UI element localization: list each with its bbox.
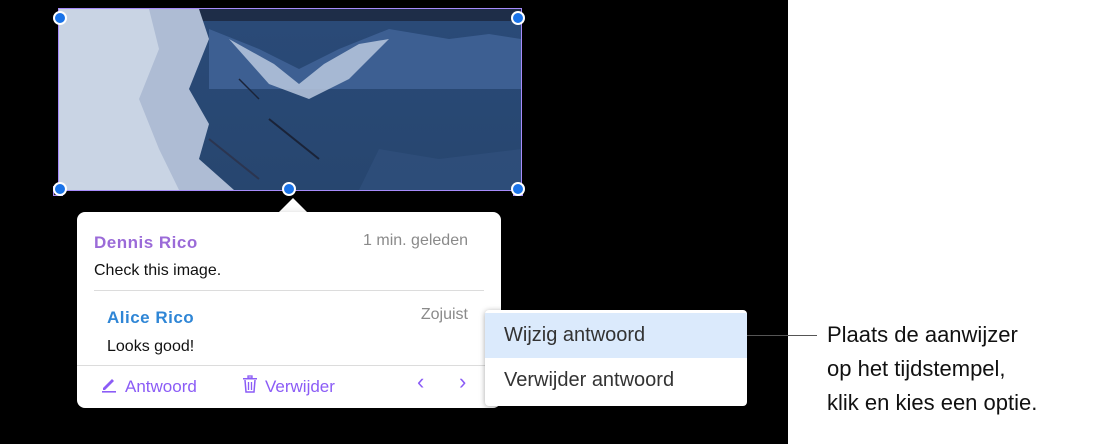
comment-text: Check this image. <box>94 262 222 279</box>
pencil-icon <box>100 375 118 398</box>
resize-handle-top-right[interactable] <box>511 11 525 25</box>
callout-text: Plaats de aanwijzer op het tijdstempel, … <box>827 318 1107 420</box>
comment-timestamp[interactable]: 1 min. geleden <box>363 232 468 250</box>
delete-button-label: Verwijder <box>265 376 335 396</box>
reply-author: Alice Rico <box>107 308 195 327</box>
reply-button-label: Antwoord <box>125 376 197 396</box>
reply-button[interactable]: Antwoord <box>100 375 197 398</box>
menu-item-delete-reply[interactable]: Verwijder antwoord <box>485 358 747 403</box>
resize-handle-top-left[interactable] <box>53 11 67 25</box>
callout-leader-line <box>747 335 817 336</box>
selected-image[interactable] <box>58 8 522 191</box>
callout-line: Plaats de aanwijzer <box>827 322 1018 347</box>
callout-line: klik en kies een optie. <box>827 390 1038 415</box>
resize-handle-bottom-right[interactable] <box>511 182 525 196</box>
callout-line: op het tijdstempel, <box>827 356 1006 381</box>
menu-item-edit-reply[interactable]: Wijzig antwoord <box>485 313 747 358</box>
chevron-left-icon[interactable]: ‹ <box>417 369 424 395</box>
comment-divider <box>94 290 484 291</box>
trash-icon <box>242 375 258 398</box>
popover-arrow <box>279 198 307 212</box>
resize-handle-bottom-left[interactable] <box>53 182 67 196</box>
reply-context-menu: Wijzig antwoord Verwijder antwoord <box>485 310 747 406</box>
reply-timestamp[interactable]: Zojuist <box>421 306 468 324</box>
toolbar-divider <box>77 365 501 366</box>
resize-handle-bottom-middle[interactable] <box>282 182 296 196</box>
delete-button[interactable]: Verwijder <box>242 375 335 398</box>
reply-text: Looks good! <box>107 338 195 355</box>
chevron-right-icon[interactable]: › <box>459 369 466 395</box>
winter-lake-photo <box>59 9 521 190</box>
comment-author: Dennis Rico <box>94 233 198 252</box>
